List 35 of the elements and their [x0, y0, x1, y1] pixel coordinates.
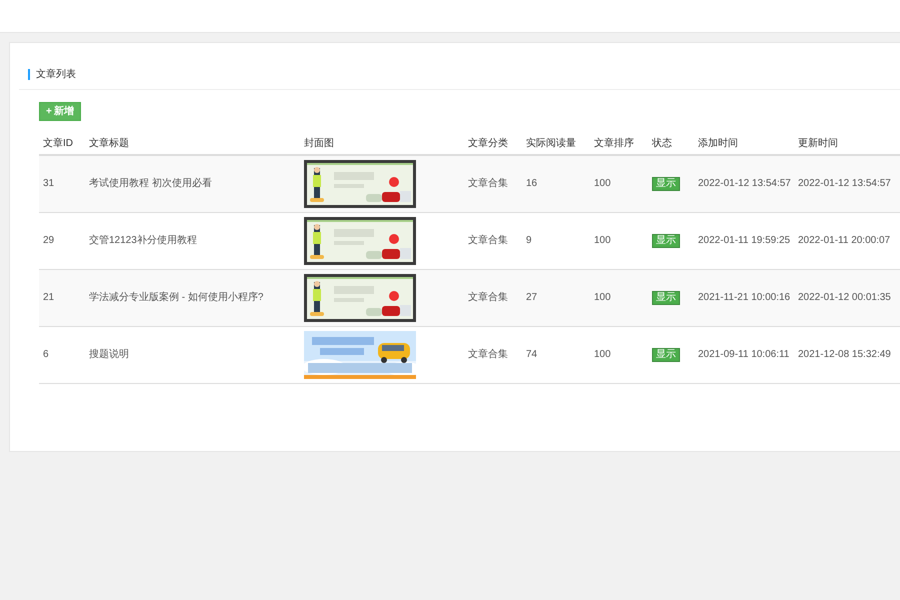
- title-text: 交管12123补分使用教程: [89, 235, 197, 246]
- category-text: 文章合集: [468, 349, 508, 360]
- id-text: 21: [43, 292, 54, 303]
- title-text: 考试使用教程 初次使用必看: [89, 178, 212, 190]
- read-count: 9: [526, 235, 532, 246]
- sort-order: 100: [594, 178, 611, 190]
- add-button[interactable]: + 新增: [39, 102, 81, 121]
- added-time: 2022-01-12 13:54:57: [698, 178, 791, 190]
- category-text: 文章合集: [468, 235, 508, 246]
- category-text: 文章合集: [468, 178, 508, 190]
- title-text: 搜题说明: [89, 349, 129, 360]
- added-time: 2022-01-11 19:59:25: [698, 235, 790, 246]
- sort-order: 100: [594, 349, 611, 360]
- updated-time: 2022-01-12 13:54:57: [798, 178, 891, 190]
- id-text: 6: [43, 349, 49, 360]
- read-count: 16: [526, 178, 538, 190]
- plus-icon: +: [46, 106, 52, 117]
- status-badge: 显示: [652, 348, 680, 362]
- added-time: 2021-11-21 10:00:16: [698, 292, 790, 303]
- status-badge: 显示: [652, 234, 680, 248]
- id-text: 29: [43, 235, 54, 246]
- updated-time: 2022-01-11 20:00:07: [798, 235, 890, 246]
- category-text: 文章合集: [468, 292, 508, 303]
- added-time: 2021-09-11 10:06:11: [698, 349, 790, 360]
- updated-time: 2022-01-12 00:01:35: [798, 292, 891, 303]
- sort-order: 100: [594, 235, 611, 246]
- panel-title: 文章列表: [36, 68, 76, 82]
- status-badge: 显示: [652, 291, 680, 305]
- id-text: 31: [43, 178, 54, 190]
- read-count: 27: [526, 292, 538, 303]
- status-badge: 显示: [652, 177, 680, 192]
- sort-order: 100: [594, 292, 611, 303]
- updated-time: 2021-12-08 15:32:49: [798, 349, 891, 360]
- read-count: 74: [526, 349, 538, 360]
- title-text: 学法减分专业版案例 - 如何使用小程序?: [89, 292, 264, 303]
